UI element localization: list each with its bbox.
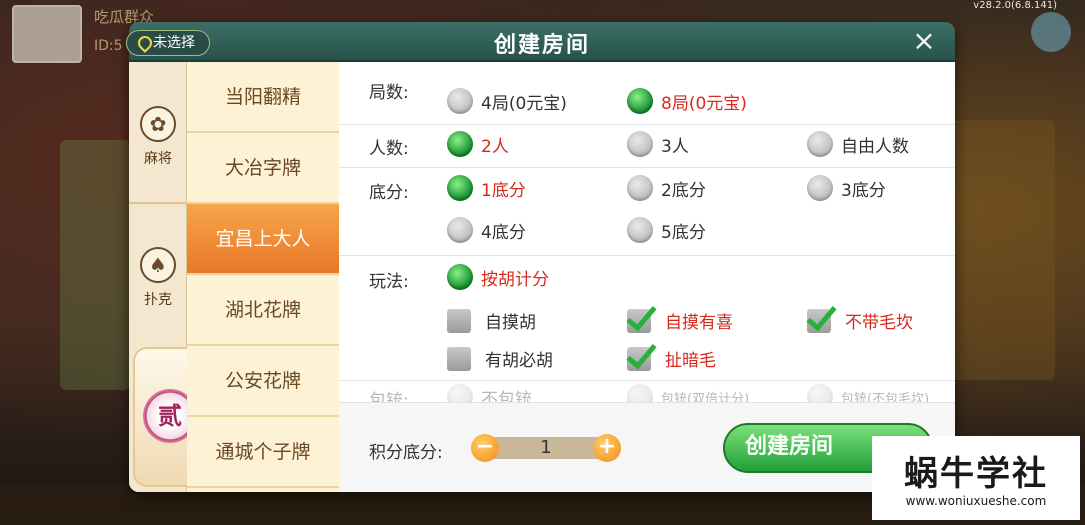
version-label: v28.2.0(6.8.141) [973,0,1057,11]
category-label: 扑克 [144,292,172,308]
score-stepper: 1 − + [471,434,621,462]
play-checkbox-checked[interactable]: 自摸有喜 [627,308,733,333]
watermark-url: www.woniuxueshe.com [905,494,1047,508]
play-checkbox[interactable]: 自摸胡 [447,308,536,333]
game-item[interactable]: 大冶字牌 [187,133,339,204]
rounds-option[interactable]: 4局(0元宝) [447,88,567,114]
checkbox-icon [447,308,471,333]
radio-checked-icon [447,264,473,290]
game-item[interactable]: 当阳翻精 [187,62,339,133]
player-id: ID:5 [94,38,123,54]
checkbox-icon [447,346,471,371]
mahjong-icon: ✿ [140,106,176,142]
settings-gear-icon [1031,12,1071,52]
dialog-title: 创建房间 [493,33,590,58]
category-poker[interactable]: ♠ 扑克 [129,247,187,309]
players-option-selected[interactable]: 2人 [447,131,509,157]
game-item[interactable]: 公安花牌 [187,346,339,417]
stepper-value: 1 [540,437,552,458]
divider [339,124,955,125]
radio-icon [627,175,653,201]
radio-checked-icon [447,175,473,201]
radio-icon [627,217,653,243]
play-checkbox-checked[interactable]: 不带毛坎 [807,308,913,333]
radio-icon [807,175,833,201]
base-option[interactable]: 3底分 [807,175,886,201]
checkmark-icon [627,308,651,333]
spade-icon: ♠ [140,247,176,283]
category-mahjong[interactable]: ✿ 麻将 [129,106,187,168]
radio-icon [447,217,473,243]
divider [339,380,955,381]
close-icon[interactable]: × [909,26,939,56]
radio-icon [807,131,833,157]
watermark-title: 蜗牛学社 [904,454,1048,494]
radio-checked-icon [447,131,473,157]
options-panel: 局数: 4局(0元宝) 8局(0元宝) 人数: 2人 3人 自由人数 底分: 1… [339,62,955,411]
minus-icon[interactable]: − [471,434,499,462]
base-option-selected[interactable]: 1底分 [447,175,526,201]
lobby-left-panel [60,140,130,390]
base-option[interactable]: 2底分 [627,175,706,201]
players-option[interactable]: 3人 [627,131,689,157]
play-checkbox[interactable]: 有胡必胡 [447,346,553,371]
divider [339,167,955,168]
dialog-titlebar: 未选择 创建房间 × [126,22,955,62]
game-item[interactable]: 湖北花牌 [187,275,339,346]
checkmark-icon [807,308,831,333]
dialog-footer: 积分底分: 1 − + 创建房间 [339,402,955,492]
game-list: 当阳翻精 大冶字牌 宜昌上大人 湖北花牌 公安花牌 通城个子牌 [187,62,339,492]
checkmark-icon [627,346,651,371]
base-label: 底分: [369,183,409,203]
play-label: 玩法: [369,272,409,292]
avatar [12,5,82,63]
game-item[interactable]: 通城个子牌 [187,417,339,488]
players-option[interactable]: 自由人数 [807,131,909,157]
plus-icon[interactable]: + [593,434,621,462]
score-base-label: 积分底分: [369,443,443,463]
watermark: 蜗牛学社 www.woniuxueshe.com [872,436,1080,520]
radio-checked-icon [627,88,653,114]
rounds-option-selected[interactable]: 8局(0元宝) [627,88,747,114]
divider [339,255,955,256]
base-option[interactable]: 5底分 [627,217,706,243]
play-checkbox-checked[interactable]: 扯暗毛 [627,346,716,371]
play-option-selected[interactable]: 按胡计分 [447,264,549,290]
category-label: 麻将 [144,151,172,167]
radio-icon [447,88,473,114]
radio-icon [627,131,653,157]
game-item-selected[interactable]: 宜昌上大人 [187,204,339,275]
dialog-body: ✿ 麻将 ♠ 扑克 贰 当阳翻精 大冶字牌 宜昌上大人 湖北花牌 公安花牌 通城… [129,62,955,492]
players-label: 人数: [369,139,409,159]
rounds-label: 局数: [369,83,409,103]
base-option[interactable]: 4底分 [447,217,526,243]
create-room-dialog: 未选择 创建房间 × ✿ 麻将 ♠ 扑克 贰 当阳翻精 大冶字牌 宜昌上大人 湖… [126,22,955,492]
